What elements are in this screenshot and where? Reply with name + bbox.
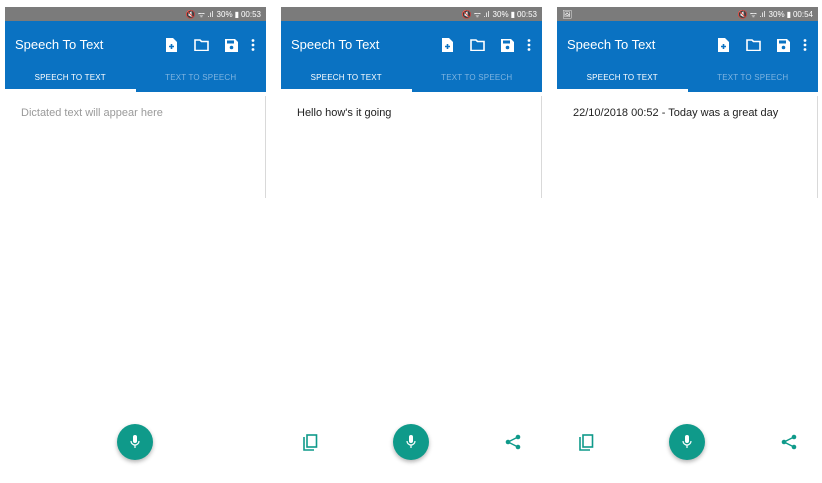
status-icons: 🔇 ᯤ .ıl	[737, 9, 766, 19]
more-vert-icon	[803, 39, 807, 51]
app-bar-actions	[432, 35, 536, 55]
app-bar: Speech To Text SPEECH TO TEXT TEXT TO SP…	[557, 21, 818, 92]
new-file-icon	[718, 38, 729, 52]
tab-text-to-speech[interactable]: TEXT TO SPEECH	[136, 62, 267, 92]
tab-speech-to-text[interactable]: SPEECH TO TEXT	[5, 62, 136, 92]
status-time: 00:53	[516, 9, 537, 19]
tab-indicator	[281, 89, 412, 92]
save-button[interactable]	[216, 35, 246, 55]
more-options-button[interactable]	[522, 35, 536, 55]
open-folder-button[interactable]	[738, 35, 768, 55]
status-notification-icon: 🖼	[562, 9, 573, 19]
app-title: Speech To Text	[291, 37, 380, 52]
phone-screen-empty: 🔇 ᯤ .ıl 30% ▮ 00:53 Speech To Text SPEEC…	[5, 7, 266, 483]
copy-icon	[302, 433, 317, 451]
app-title: Speech To Text	[15, 37, 104, 52]
battery-icon: ▮	[234, 9, 239, 19]
app-bar-actions	[156, 35, 260, 55]
new-file-button[interactable]	[432, 35, 462, 55]
save-icon	[776, 38, 790, 52]
status-bar: 🔇 ᯤ .ıl 30% ▮ 00:53	[5, 7, 266, 21]
tab-indicator	[557, 89, 688, 92]
status-icons: 🔇 ᯤ .ıl	[461, 9, 490, 19]
status-time: 00:53	[240, 9, 261, 19]
new-file-icon	[166, 38, 177, 52]
tab-speech-to-text[interactable]: SPEECH TO TEXT	[557, 62, 688, 92]
dictated-text: 22/10/2018 00:52 - Today was a great day	[573, 107, 779, 119]
status-icons: 🔇 ᯤ .ıl	[185, 9, 214, 19]
more-options-button[interactable]	[798, 35, 812, 55]
share-icon	[505, 434, 521, 450]
battery-percent: 30%	[216, 9, 233, 19]
phone-screen-dictated: 🔇 ᯤ .ıl 30% ▮ 00:53 Speech To Text SPEEC…	[281, 7, 542, 483]
more-options-button[interactable]	[246, 35, 260, 55]
save-icon	[500, 38, 514, 52]
folder-icon	[469, 39, 485, 51]
save-button[interactable]	[492, 35, 522, 55]
battery-percent: 30%	[492, 9, 509, 19]
share-button[interactable]	[502, 431, 524, 453]
app-title: Speech To Text	[567, 37, 656, 52]
copy-button[interactable]	[575, 431, 597, 453]
dictation-text-area[interactable]: Hello how's it going	[281, 96, 542, 198]
mic-button[interactable]	[393, 424, 429, 460]
tab-text-to-speech[interactable]: TEXT TO SPEECH	[412, 62, 543, 92]
mic-icon	[682, 435, 692, 448]
tab-bar: SPEECH TO TEXT TEXT TO SPEECH	[5, 62, 266, 92]
phone-screen-timestamped: 🖼 🔇 ᯤ .ıl 30% ▮ 00:54 Speech To Text SPE…	[557, 7, 818, 483]
save-icon	[224, 38, 238, 52]
dictated-text: Hello how's it going	[297, 107, 392, 119]
status-bar: 🔇 ᯤ .ıl 30% ▮ 00:53	[281, 7, 542, 21]
more-vert-icon	[251, 39, 255, 51]
tab-text-to-speech[interactable]: TEXT TO SPEECH	[688, 62, 819, 92]
more-vert-icon	[527, 39, 531, 51]
tab-speech-to-text[interactable]: SPEECH TO TEXT	[281, 62, 412, 92]
battery-icon: ▮	[786, 9, 791, 19]
folder-icon	[193, 39, 209, 51]
save-button[interactable]	[768, 35, 798, 55]
tab-indicator	[5, 89, 136, 92]
share-button[interactable]	[778, 431, 800, 453]
tab-bar: SPEECH TO TEXT TEXT TO SPEECH	[557, 62, 818, 92]
open-folder-button[interactable]	[186, 35, 216, 55]
copy-button[interactable]	[299, 431, 321, 453]
app-bar-actions	[708, 35, 812, 55]
battery-percent: 30%	[768, 9, 785, 19]
new-file-button[interactable]	[708, 35, 738, 55]
app-bar: Speech To Text SPEECH TO TEXT TEXT TO SP…	[281, 21, 542, 92]
dictation-text-area[interactable]: 22/10/2018 00:52 - Today was a great day	[557, 96, 818, 198]
mic-button[interactable]	[117, 424, 153, 460]
folder-icon	[745, 39, 761, 51]
share-icon	[781, 434, 797, 450]
open-folder-button[interactable]	[462, 35, 492, 55]
new-file-button[interactable]	[156, 35, 186, 55]
new-file-icon	[442, 38, 453, 52]
mic-icon	[406, 435, 416, 448]
battery-icon: ▮	[510, 9, 515, 19]
mic-button[interactable]	[669, 424, 705, 460]
dictation-text-area[interactable]: Dictated text will appear here	[5, 96, 266, 198]
mic-icon	[130, 435, 140, 448]
copy-icon	[578, 433, 593, 451]
dictation-placeholder: Dictated text will appear here	[21, 107, 163, 119]
app-bar: Speech To Text SPEECH TO TEXT TEXT TO SP…	[5, 21, 266, 92]
status-bar: 🖼 🔇 ᯤ .ıl 30% ▮ 00:54	[557, 7, 818, 21]
tab-bar: SPEECH TO TEXT TEXT TO SPEECH	[281, 62, 542, 92]
status-time: 00:54	[792, 9, 813, 19]
